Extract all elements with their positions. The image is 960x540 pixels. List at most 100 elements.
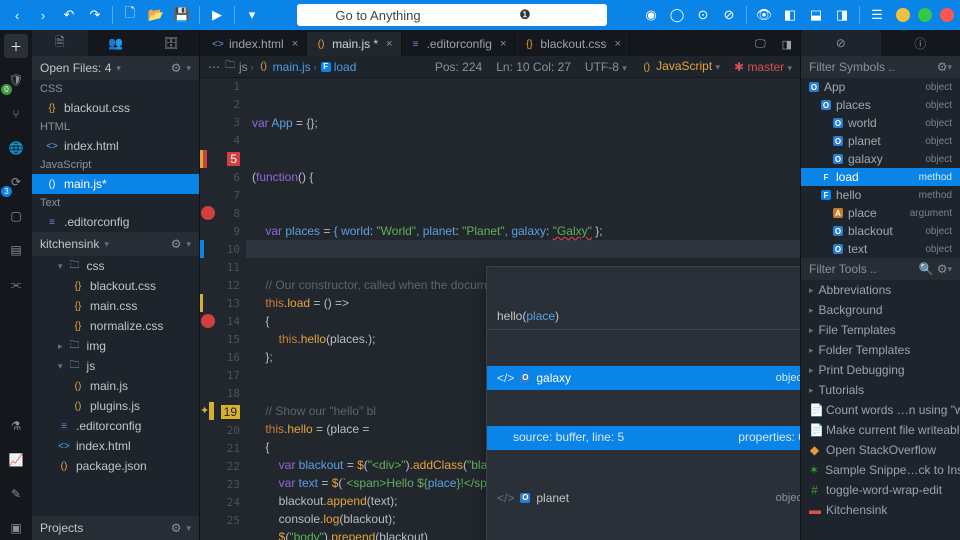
undo-icon[interactable]: ↶ xyxy=(58,4,80,26)
tool-category[interactable]: ▸Background xyxy=(801,300,960,320)
split-icon[interactable]: ◨ xyxy=(774,32,800,56)
stop-icon[interactable]: ◯ xyxy=(666,4,688,26)
console-icon[interactable]: ▣ xyxy=(4,516,28,540)
window-maximize[interactable] xyxy=(918,8,932,22)
menu-icon[interactable]: ☰ xyxy=(866,4,888,26)
file-item[interactable]: <>index.html xyxy=(32,436,199,456)
sync-icon[interactable]: ⟳3 xyxy=(4,170,28,194)
symbol-item[interactable]: Oplacesobject xyxy=(801,96,960,114)
tool-item[interactable]: ◆Open StackOverflow xyxy=(801,440,960,460)
notif-icon[interactable]: 🛡0 xyxy=(4,68,28,92)
tool-category[interactable]: ▸Tutorials xyxy=(801,380,960,400)
tool-item[interactable]: 📄Count words …n using "wc" xyxy=(801,400,960,420)
layout-right-icon[interactable]: ◨ xyxy=(831,4,853,26)
file-item[interactable]: {}normalize.css xyxy=(32,316,199,336)
symbol-item[interactable]: Floadmethod xyxy=(801,168,960,186)
nav-back-icon[interactable]: ‹ xyxy=(6,4,28,26)
pause-icon[interactable]: ⊘ xyxy=(718,4,740,26)
status-enc[interactable]: UTF-8 ▾ xyxy=(585,60,627,74)
file-item[interactable]: {}main.css xyxy=(32,296,199,316)
autocomplete-item[interactable]: </>Ogalaxyobject xyxy=(487,366,800,390)
code-editor[interactable]: ✦ 12345678910111213141516171819202122232… xyxy=(200,78,800,540)
tool-category[interactable]: ▸Print Debugging xyxy=(801,360,960,380)
places-tab-files-icon[interactable]: 🗎 xyxy=(32,30,88,56)
file-item[interactable]: ()plugins.js xyxy=(32,396,199,416)
share-icon[interactable]: ⫘ xyxy=(4,272,28,296)
new-file-icon[interactable]: 🗋 xyxy=(119,4,141,26)
places-tab-db-icon[interactable]: 🗄 xyxy=(143,30,199,56)
open-files-header[interactable]: Open Files: 4 ▾ ⚙▾ xyxy=(32,56,199,80)
vcs-icon[interactable]: ⑂ xyxy=(4,102,28,126)
symbol-item[interactable]: Oblackoutobject xyxy=(801,222,960,240)
autocomplete-item[interactable]: </>Oplanetobject xyxy=(487,486,800,510)
status-lang[interactable]: () JavaScript ▾ xyxy=(641,59,720,74)
folder-item[interactable]: ▾🗀js xyxy=(32,356,199,376)
history-icon[interactable]: ⋯ xyxy=(208,60,220,74)
open-file-item[interactable]: ()main.js* xyxy=(32,174,199,194)
window-close[interactable] xyxy=(940,8,954,22)
window-minimize[interactable] xyxy=(896,8,910,22)
open-file-item[interactable]: <>index.html xyxy=(32,136,199,156)
gear-icon[interactable]: ⚙ xyxy=(937,60,948,74)
status-lncol[interactable]: Ln: 10 Col: 27 xyxy=(496,60,571,74)
globe-icon[interactable]: 🌐 xyxy=(4,136,28,160)
file-item[interactable]: ()main.js xyxy=(32,376,199,396)
filter-symbols-input[interactable]: Filter Symbols ..⚙▾ xyxy=(801,56,960,78)
tool-item[interactable]: ▬Kitchensink xyxy=(801,500,960,520)
view-eye-icon[interactable]: 👁 xyxy=(753,4,775,26)
status-branch[interactable]: ✱ master ▾ xyxy=(734,60,792,74)
close-icon[interactable]: × xyxy=(614,38,620,50)
symbol-item[interactable]: Oplanetobject xyxy=(801,132,960,150)
chart-icon[interactable]: 📈 xyxy=(4,448,28,472)
right-tab-icon[interactable]: ⓘ xyxy=(881,30,960,56)
status-pos[interactable]: Pos: 224 xyxy=(435,60,482,74)
gear-icon[interactable]: ⚙ xyxy=(937,262,948,276)
editor-tab[interactable]: {}blackout.css× xyxy=(515,32,629,56)
tool-category[interactable]: ▸Abbreviations xyxy=(801,280,960,300)
folder-item[interactable]: ▸🗀img xyxy=(32,336,199,356)
redo-icon[interactable]: ↷ xyxy=(84,4,106,26)
terminal-icon[interactable]: ▤ xyxy=(4,238,28,262)
symbol-item[interactable]: Aplaceargument xyxy=(801,204,960,222)
crumb-folder[interactable]: 🗀js› xyxy=(224,60,254,74)
open-file-item[interactable]: ≡.editorconfig xyxy=(32,212,199,232)
layout-bottom-icon[interactable]: ⬓ xyxy=(805,4,827,26)
dropdown-icon[interactable]: ▾ xyxy=(241,4,263,26)
editor-tab[interactable]: ()main.js *× xyxy=(307,32,401,56)
layout-left-icon[interactable]: ◧ xyxy=(779,4,801,26)
close-icon[interactable]: × xyxy=(386,38,392,50)
symbol-item[interactable]: Fhellomethod xyxy=(801,186,960,204)
crumb-file[interactable]: ()main.js› xyxy=(258,60,317,74)
editor-tab[interactable]: ≡.editorconfig× xyxy=(402,32,516,56)
record-icon[interactable]: ◉ xyxy=(640,4,662,26)
open-file-item[interactable]: {}blackout.css xyxy=(32,98,199,118)
symbol-item[interactable]: Ogalaxyobject xyxy=(801,150,960,168)
gear-icon[interactable]: ⚙ xyxy=(171,521,182,535)
symbol-item[interactable]: Oworldobject xyxy=(801,114,960,132)
tool-item[interactable]: 📄Make current file writeable xyxy=(801,420,960,440)
preview-icon[interactable]: 🖵 xyxy=(747,32,774,56)
tool-category[interactable]: ▸File Templates xyxy=(801,320,960,340)
search-icon[interactable]: 🔍 xyxy=(919,262,934,276)
crumb-func[interactable]: Fload xyxy=(321,60,357,74)
step-icon[interactable]: ⊙ xyxy=(692,4,714,26)
file-item[interactable]: ≡.editorconfig xyxy=(32,416,199,436)
box-icon[interactable]: ▢ xyxy=(4,204,28,228)
add-icon[interactable]: ＋ xyxy=(4,34,28,58)
folder-item[interactable]: ▾🗀css xyxy=(32,256,199,276)
file-item[interactable]: ()package.json xyxy=(32,456,199,476)
open-icon[interactable]: 📂 xyxy=(145,4,167,26)
gear-icon[interactable]: ⚙ xyxy=(171,61,182,75)
play-icon[interactable]: ▶ xyxy=(206,4,228,26)
edit-icon[interactable]: ✎ xyxy=(4,482,28,506)
projects-header[interactable]: Projects ⚙▾ xyxy=(32,516,199,540)
filter-tools-input[interactable]: Filter Tools ..🔍 ⚙▾ xyxy=(801,258,960,280)
code-content[interactable]: var App = {}; (function() { var places =… xyxy=(246,78,800,540)
tool-item[interactable]: #toggle-word-wrap-edit xyxy=(801,480,960,500)
project-header[interactable]: kitchensink ▾ ⚙▾ xyxy=(32,232,199,256)
close-icon[interactable]: × xyxy=(500,38,506,50)
go-to-anything-input[interactable]: Go to Anything ❶ xyxy=(297,4,607,26)
right-tab-icon[interactable]: ⊘ xyxy=(801,30,881,56)
symbol-item[interactable]: Otextobject xyxy=(801,240,960,258)
save-icon[interactable]: 💾 xyxy=(171,4,193,26)
